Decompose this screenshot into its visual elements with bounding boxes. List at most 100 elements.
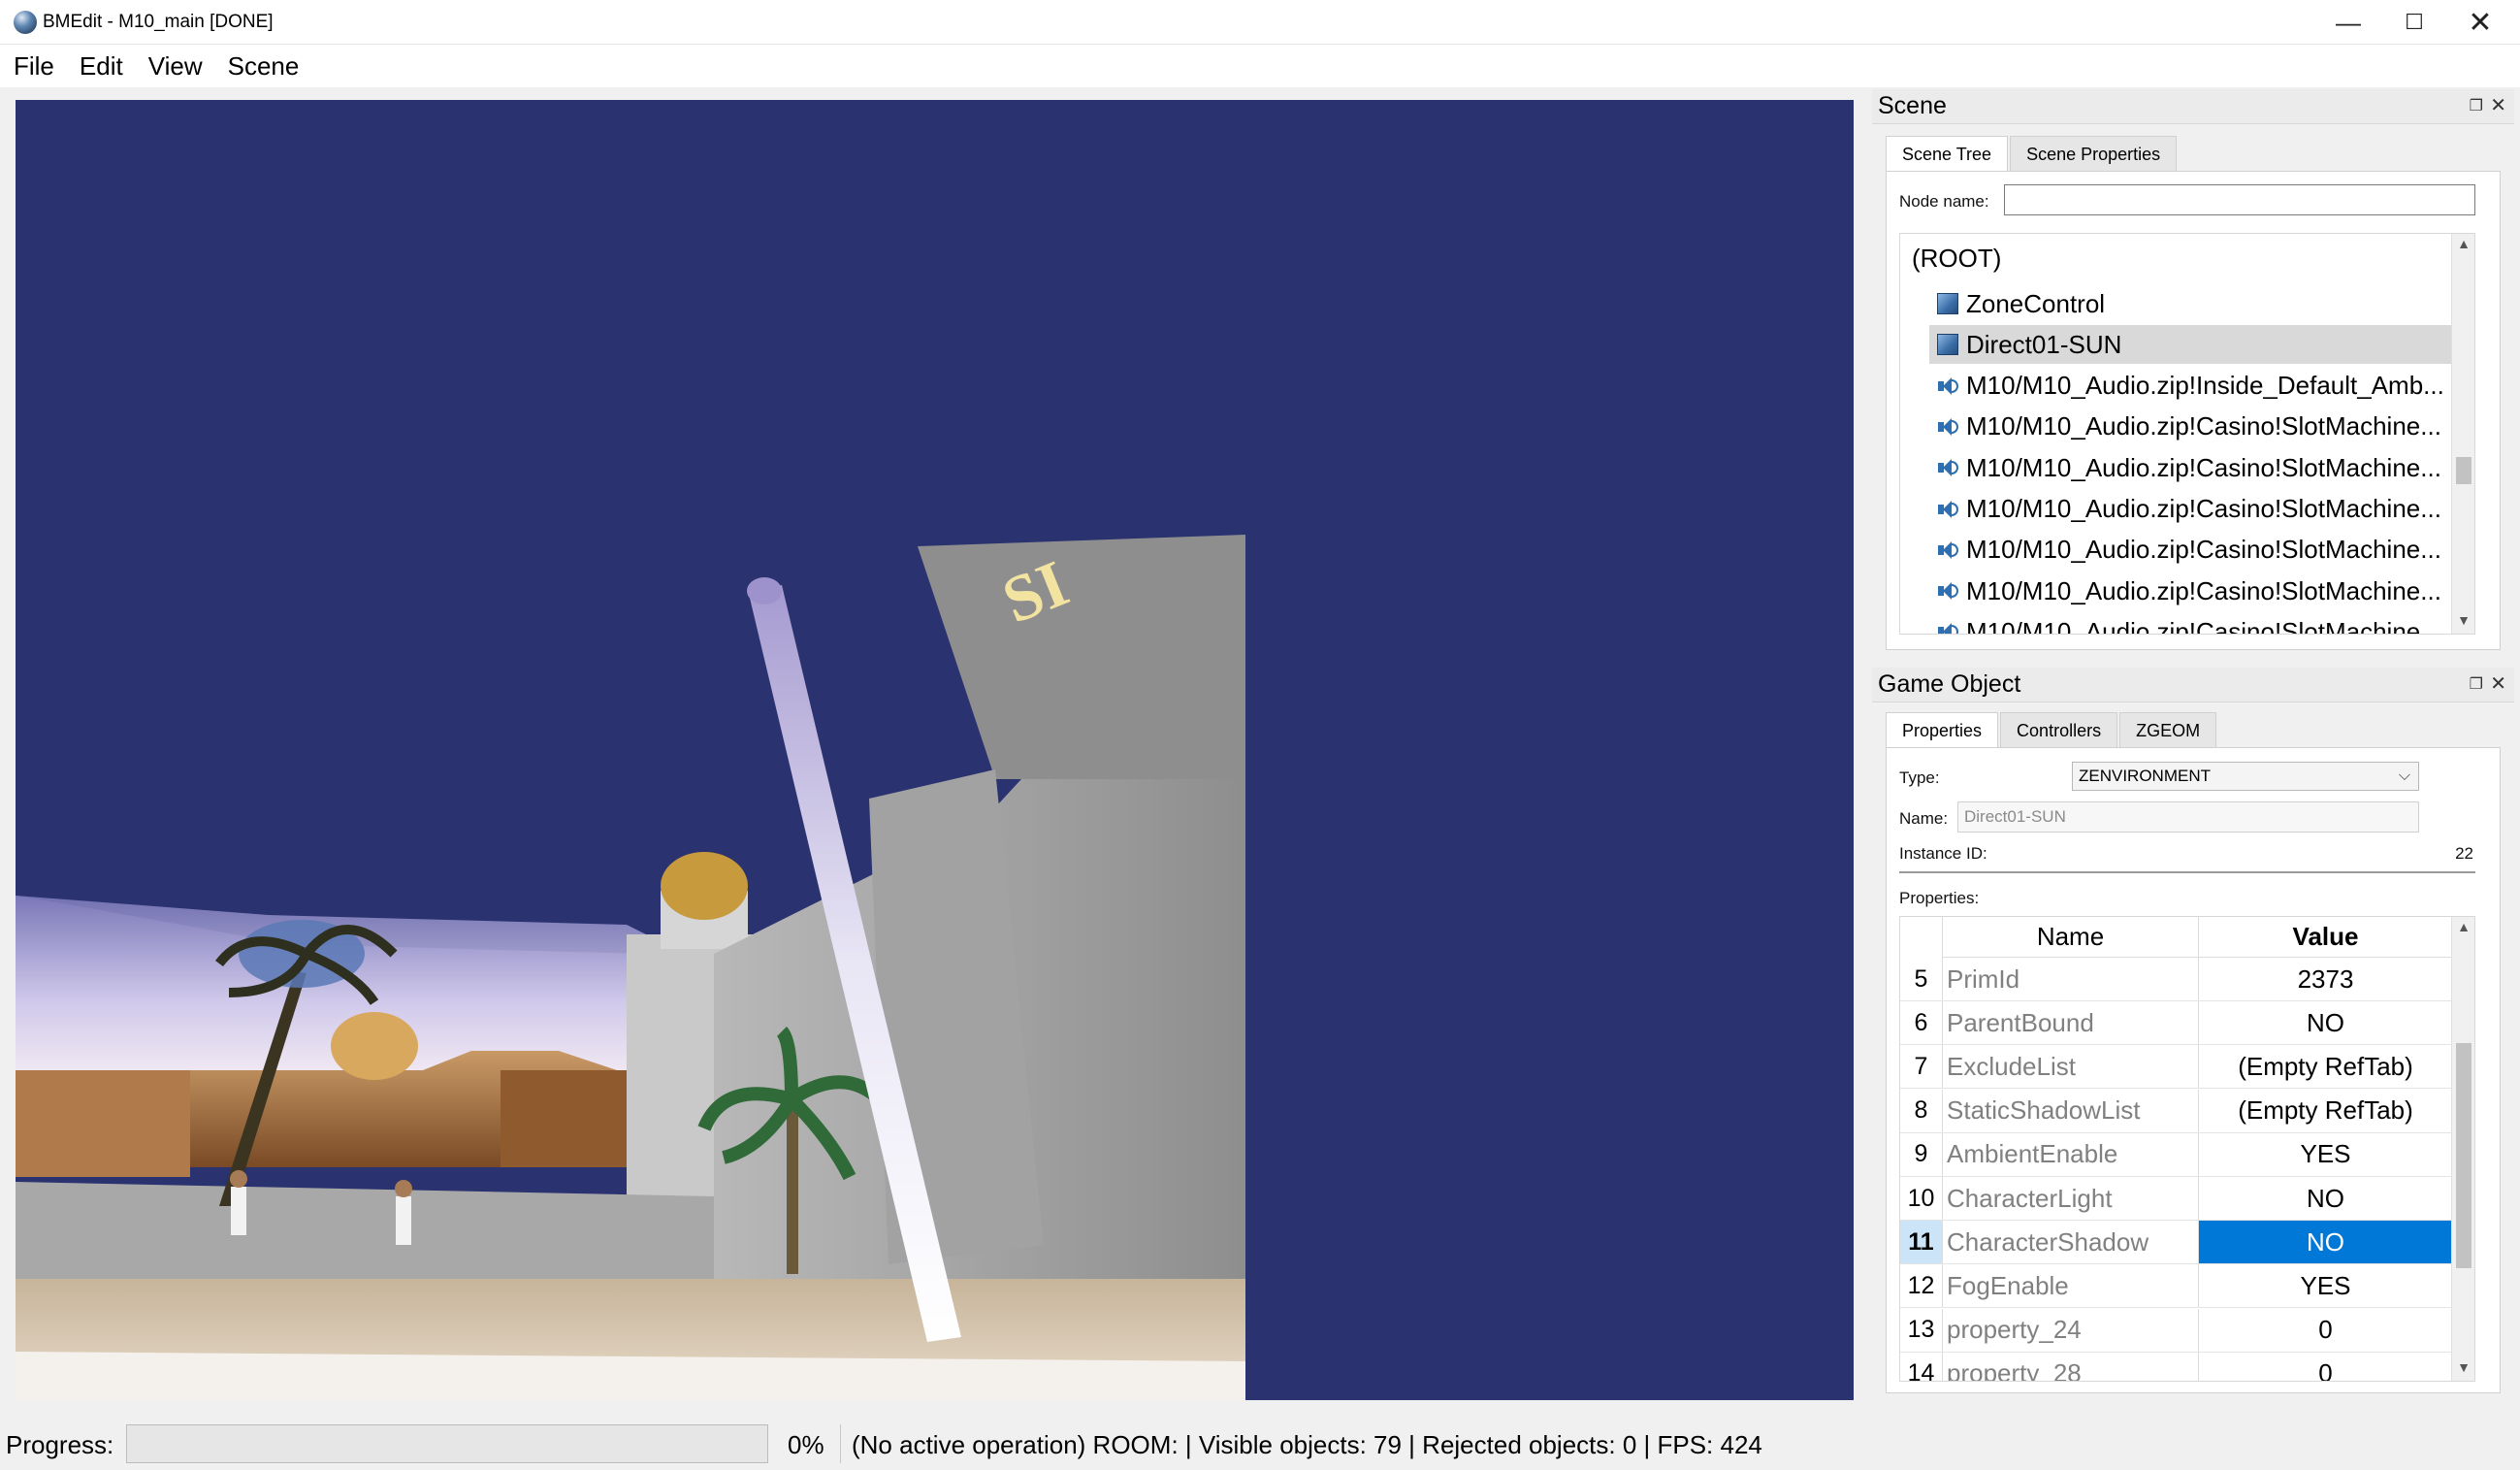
tab-scene-properties[interactable]: Scene Properties [2010, 136, 2178, 171]
property-name[interactable]: property_28 [1943, 1352, 2199, 1381]
properties-scrollbar[interactable]: ▲ ▼ [2451, 917, 2474, 1381]
tab-zgeom[interactable]: ZGEOM [2119, 712, 2217, 747]
property-value[interactable]: 0 [2199, 1308, 2453, 1352]
property-row[interactable]: 5 PrimId 2373 [1900, 958, 2453, 1001]
tree-root[interactable]: (ROOT) [1912, 244, 2001, 274]
properties-label: Properties: [1899, 889, 1980, 907]
column-header-name[interactable]: Name [1943, 917, 2199, 958]
progress-label: Progress: [6, 1430, 114, 1459]
property-row[interactable]: 6 ParentBound NO [1900, 1001, 2453, 1046]
property-row[interactable]: 12 FogEnable YES [1900, 1264, 2453, 1309]
row-number[interactable]: 9 [1900, 1132, 1943, 1176]
scene-tabs: Scene Tree Scene Properties [1886, 136, 2179, 173]
property-row[interactable]: 7 ExcludeList (Empty RefTab) [1900, 1045, 2453, 1090]
viewport-render: SI [16, 535, 1245, 1400]
property-value[interactable]: YES [2199, 1132, 2453, 1176]
row-number[interactable]: 10 [1900, 1177, 1943, 1220]
tab-controllers[interactable]: Controllers [2000, 712, 2118, 747]
property-value[interactable]: NO [2199, 1177, 2453, 1220]
row-number[interactable]: 13 [1900, 1308, 1943, 1352]
speaker-icon [1937, 457, 1958, 478]
tab-scene-tree[interactable]: Scene Tree [1886, 136, 2009, 173]
speaker-icon [1937, 376, 1958, 397]
property-name[interactable]: FogEnable [1943, 1264, 2199, 1308]
close-panel-icon[interactable]: ✕ [2490, 93, 2506, 117]
scene-panel-header: Scene ❐ ✕ [1872, 89, 2514, 124]
property-value[interactable]: (Empty RefTab) [2199, 1045, 2453, 1089]
property-row[interactable]: 8 StaticShadowList (Empty RefTab) [1900, 1089, 2453, 1133]
property-name[interactable]: ExcludeList [1943, 1045, 2199, 1089]
menu-scene[interactable]: Scene [228, 51, 300, 82]
property-name[interactable]: CharacterShadow [1943, 1221, 2199, 1264]
property-value[interactable]: (Empty RefTab) [2199, 1089, 2453, 1132]
tree-item[interactable]: M10/M10_Audio.zip!Casino!SlotMachine... [1929, 572, 2461, 610]
property-name[interactable]: CharacterLight [1943, 1177, 2199, 1220]
property-name[interactable]: StaticShadowList [1943, 1089, 2199, 1132]
tree-item[interactable]: M10/M10_Audio.zip!Casino!SlotMachine... [1929, 448, 2461, 487]
speaker-icon [1937, 580, 1958, 602]
float-panel-icon[interactable]: ❐ [2470, 674, 2483, 694]
menu-edit[interactable]: Edit [80, 51, 123, 82]
row-number[interactable]: 12 [1900, 1264, 1943, 1308]
scroll-down-icon[interactable]: ▼ [2452, 612, 2474, 632]
float-panel-icon[interactable]: ❐ [2470, 96, 2483, 115]
row-number[interactable]: 7 [1900, 1045, 1943, 1089]
property-row[interactable]: 14 property_28 0 [1900, 1352, 2453, 1381]
row-number[interactable]: 5 [1900, 958, 1943, 1000]
scroll-up-icon[interactable]: ▲ [2452, 919, 2474, 938]
tree-item[interactable]: M10/M10_Audio.zip!Casino!SlotMachine... [1929, 408, 2461, 446]
scene-viewport[interactable]: SI [16, 100, 1854, 1400]
property-value[interactable]: NO [2199, 1001, 2453, 1045]
close-button[interactable]: ✕ [2448, 0, 2512, 45]
property-value[interactable]: NO [2199, 1221, 2453, 1264]
tree-item[interactable]: M10/M10_Audio.zip!Inside_Default_Amb... [1929, 367, 2461, 406]
property-row[interactable]: 9 AmbientEnable YES [1900, 1132, 2453, 1177]
scroll-up-icon[interactable]: ▲ [2452, 236, 2474, 255]
palace-dome [331, 1012, 418, 1080]
scroll-thumb[interactable] [2456, 1043, 2472, 1268]
menu-file[interactable]: File [14, 51, 54, 82]
property-name[interactable]: AmbientEnable [1943, 1132, 2199, 1176]
tree-item[interactable]: Direct01-SUN [1929, 325, 2461, 365]
minimize-button[interactable]: — [2316, 0, 2380, 45]
properties-table[interactable]: Name Value 5 PrimId 2373 6 ParentBound NO 7 Exc… [1899, 916, 2475, 1382]
property-value[interactable]: YES [2199, 1264, 2453, 1308]
property-name[interactable]: PrimId [1943, 958, 2199, 1000]
tree-item[interactable]: M10/M10_Audio.zip!Casino!SlotMachine... [1929, 490, 2461, 529]
tree-item-label: ZoneControl [1966, 288, 2106, 318]
property-value[interactable]: 2373 [2199, 958, 2453, 1000]
property-row[interactable]: 10 CharacterLight NO [1900, 1177, 2453, 1221]
tree-item[interactable]: M10/M10_Audio.zip!Casino!SlotMachine... [1929, 531, 2461, 570]
game-object-tabs: Properties Controllers ZGEOM [1886, 712, 2218, 749]
type-select[interactable]: ZENVIRONMENT ⌵ [2072, 762, 2419, 791]
speaker-icon [1937, 539, 1958, 561]
tree-item[interactable]: M10/M10_Audio.zip!Casino!SlotMachine... [1929, 612, 2461, 634]
property-name[interactable]: ParentBound [1943, 1001, 2199, 1045]
node-name-input[interactable] [2004, 184, 2475, 215]
close-panel-icon[interactable]: ✕ [2490, 671, 2506, 696]
property-value[interactable]: 0 [2199, 1352, 2453, 1381]
column-header-value[interactable]: Value [2199, 917, 2453, 958]
tree-item[interactable]: ZoneControl [1929, 284, 2461, 323]
property-row[interactable]: 13 property_24 0 [1900, 1308, 2453, 1353]
game-object-panel-title: Game Object [1878, 670, 2021, 698]
speaker-icon [1937, 621, 1958, 634]
row-number[interactable]: 8 [1900, 1089, 1943, 1132]
scroll-down-icon[interactable]: ▼ [2452, 1359, 2474, 1379]
row-number[interactable]: 6 [1900, 1001, 1943, 1045]
property-name[interactable]: property_24 [1943, 1308, 2199, 1352]
name-field: Direct01-SUN [1957, 801, 2419, 833]
menu-view[interactable]: View [148, 51, 203, 82]
instance-id-value: 22 [2455, 844, 2473, 863]
instance-id-label: Instance ID: [1899, 844, 1987, 863]
tower-dome [661, 852, 748, 920]
title-bar: BMEdit - M10_main [DONE] — ☐ ✕ [0, 0, 2520, 45]
scroll-thumb[interactable] [2456, 457, 2472, 484]
row-number[interactable]: 11 [1900, 1221, 1943, 1264]
maximize-button[interactable]: ☐ [2382, 0, 2446, 45]
tree-scrollbar[interactable]: ▲ ▼ [2451, 234, 2474, 634]
row-number[interactable]: 14 [1900, 1352, 1943, 1381]
property-row[interactable]: 11 CharacterShadow NO [1900, 1221, 2453, 1265]
scene-tree[interactable]: (ROOT) ZoneControl Direct01-SUN M10/M10_Au… [1899, 233, 2475, 635]
tab-properties[interactable]: Properties [1886, 712, 1999, 749]
